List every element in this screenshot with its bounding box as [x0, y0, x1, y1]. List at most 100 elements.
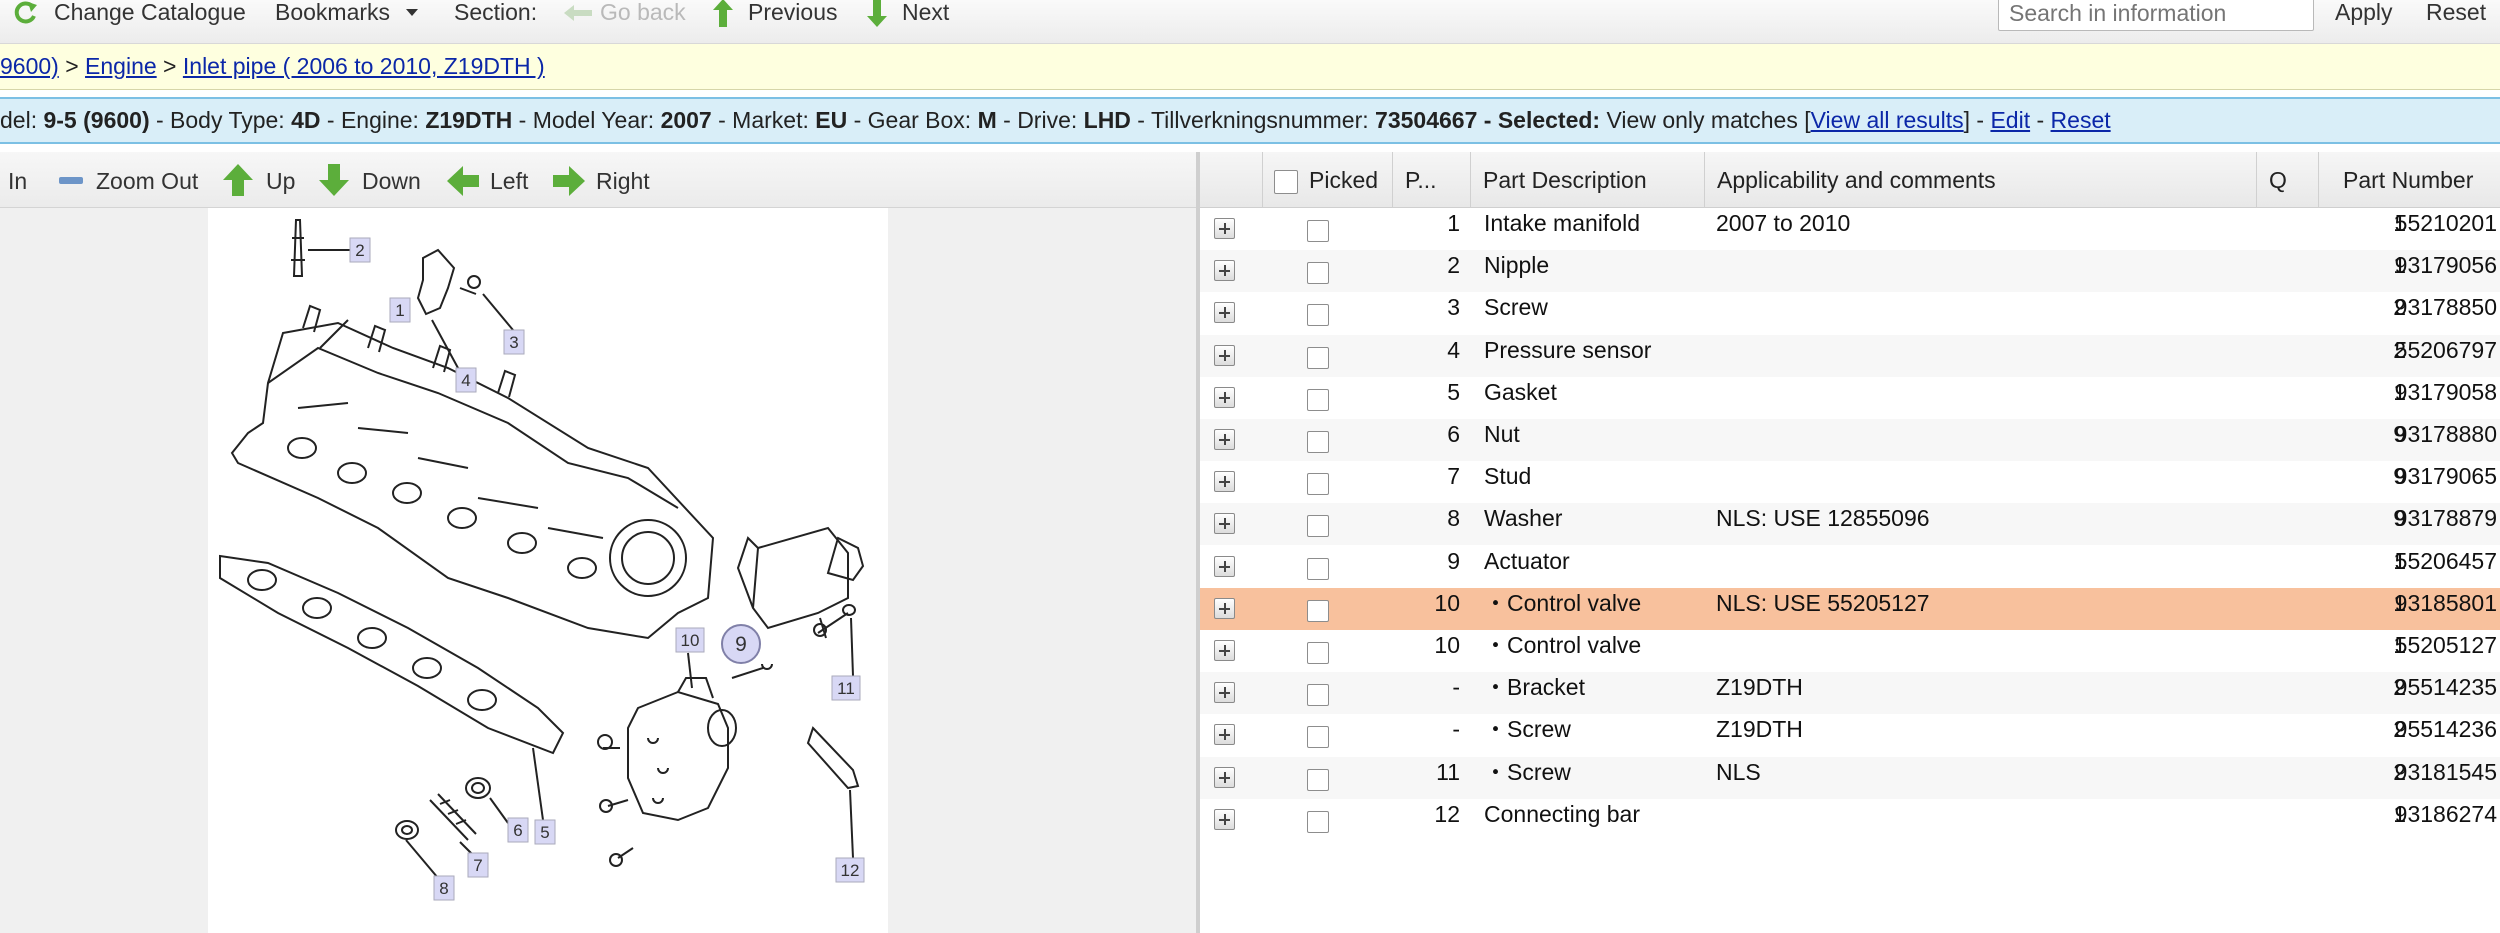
- part-number-cell: 95514236: [2394, 716, 2497, 743]
- picked-checkbox[interactable]: [1307, 304, 1329, 327]
- table-row[interactable]: 7 Stud 9 93179065: [1200, 461, 2500, 503]
- edit-link[interactable]: Edit: [1990, 107, 2030, 133]
- pan-right-button[interactable]: Right: [552, 166, 662, 196]
- callout-5[interactable]: 5: [540, 823, 549, 842]
- picked-checkbox[interactable]: [1307, 810, 1329, 833]
- expand-icon[interactable]: [1214, 640, 1235, 661]
- callout-10[interactable]: 10: [681, 631, 700, 650]
- expand-icon[interactable]: [1214, 260, 1235, 282]
- breadcrumb-model-link[interactable]: 9600): [0, 53, 59, 79]
- applicability-cell: [1716, 630, 2296, 660]
- body-type-label: - Body Type:: [149, 107, 292, 133]
- part-number-column-header[interactable]: Part Number: [2318, 152, 2500, 208]
- diagram-viewport[interactable]: 2 1 3 4 5 6 7 8 9 10 11 12: [0, 208, 1196, 933]
- picked-checkbox[interactable]: [1307, 599, 1329, 622]
- callout-6[interactable]: 6: [513, 821, 522, 840]
- apply-button[interactable]: Apply: [2335, 0, 2405, 24]
- picked-checkbox[interactable]: [1307, 557, 1329, 580]
- serial-value: 73504667: [1375, 107, 1478, 133]
- picked-checkbox[interactable]: [1307, 220, 1329, 242]
- table-row[interactable]: 10 ・Control valve NLS: USE 55205127 1 931858…: [1200, 587, 2500, 630]
- expand-icon[interactable]: [1214, 218, 1235, 239]
- applicability-cell: [1716, 377, 2296, 407]
- expand-icon[interactable]: [1214, 302, 1235, 324]
- expand-icon[interactable]: [1214, 471, 1235, 493]
- expand-icon[interactable]: [1214, 555, 1235, 577]
- go-back-label: Go back: [600, 0, 686, 25]
- picked-checkbox[interactable]: [1307, 431, 1329, 453]
- expand-icon[interactable]: [1214, 682, 1235, 704]
- table-row[interactable]: 3 Screw 2 93178850: [1200, 292, 2500, 334]
- picked-checkbox[interactable]: [1307, 473, 1329, 496]
- arrow-up-icon: [223, 164, 253, 196]
- bookmarks-dropdown[interactable]: Bookmarks: [275, 0, 425, 24]
- picked-checkbox[interactable]: [1307, 262, 1329, 285]
- table-row[interactable]: 1 Intake manifold 2007 to 2010 1 55210201: [1200, 208, 2500, 250]
- reset-link[interactable]: Reset: [2051, 107, 2111, 133]
- picked-checkbox[interactable]: [1307, 684, 1329, 707]
- picked-checkbox[interactable]: [1307, 768, 1329, 791]
- pan-left-button[interactable]: Left: [446, 166, 546, 196]
- view-all-results-link[interactable]: View all results: [1811, 107, 1964, 133]
- select-all-checkbox[interactable]: [1274, 170, 1298, 194]
- go-back-button[interactable]: Go back: [556, 0, 696, 24]
- picked-checkbox[interactable]: [1307, 642, 1329, 664]
- callout-1[interactable]: 1: [395, 301, 404, 320]
- applicability-cell: [1716, 292, 2296, 322]
- table-row[interactable]: 11 ・Screw NLS 2 93181545: [1200, 756, 2500, 799]
- table-row[interactable]: 5 Gasket 1 93179058: [1200, 377, 2500, 419]
- callout-8[interactable]: 8: [439, 879, 448, 898]
- expand-icon[interactable]: [1214, 724, 1235, 746]
- breadcrumb-engine-link[interactable]: Engine: [85, 53, 157, 79]
- applicability-cell: [1716, 546, 2296, 576]
- callout-7[interactable]: 7: [473, 856, 482, 875]
- table-row[interactable]: 6 Nut 9 93178880: [1200, 419, 2500, 461]
- next-button[interactable]: Next: [866, 0, 966, 27]
- picked-checkbox[interactable]: [1307, 515, 1329, 538]
- table-row[interactable]: 4 Pressure sensor 2 55206797: [1200, 334, 2500, 377]
- exploded-view-diagram[interactable]: 2 1 3 4 5 6 7 8 9 10 11 12: [208, 208, 888, 933]
- zoom-in-button[interactable]: In: [8, 167, 48, 195]
- expand-icon[interactable]: [1214, 344, 1235, 366]
- breadcrumb-current-link[interactable]: Inlet pipe ( 2006 to 2010, Z19DTH ): [183, 53, 545, 79]
- picked-checkbox[interactable]: [1307, 388, 1329, 411]
- quantity-column-header[interactable]: Q: [2256, 152, 2318, 208]
- description-column-header[interactable]: Part Description: [1470, 152, 1704, 208]
- pan-up-button[interactable]: Up: [222, 164, 302, 196]
- pan-down-button[interactable]: Down: [318, 164, 428, 196]
- table-row[interactable]: - ・Screw Z19DTH 2 95514236: [1200, 714, 2500, 756]
- next-label: Next: [902, 0, 950, 25]
- callout-9[interactable]: 9: [735, 633, 747, 656]
- picked-column-header[interactable]: Picked: [1262, 152, 1392, 208]
- expand-icon[interactable]: [1214, 386, 1235, 408]
- table-row[interactable]: - ・Bracket Z19DTH 2 95514235: [1200, 672, 2500, 715]
- position-column-header[interactable]: P...: [1392, 152, 1470, 208]
- callout-2[interactable]: 2: [355, 241, 364, 260]
- change-catalogue-button[interactable]: Change Catalogue: [10, 0, 250, 24]
- zoom-out-button[interactable]: Zoom Out: [58, 167, 208, 195]
- table-row[interactable]: 12 Connecting bar 1 93186274: [1200, 799, 2500, 841]
- table-row[interactable]: 8 Washer NLS: USE 12855096 9 93178879: [1200, 503, 2500, 546]
- callout-3[interactable]: 3: [509, 333, 518, 352]
- expand-icon[interactable]: [1214, 766, 1235, 788]
- expand-icon[interactable]: [1214, 429, 1235, 450]
- reset-button[interactable]: Reset: [2426, 0, 2496, 24]
- callout-4[interactable]: 4: [461, 371, 470, 390]
- pressure-sensor-part: [416, 248, 456, 316]
- expand-icon[interactable]: [1214, 597, 1235, 619]
- gearbox-value: M: [977, 107, 997, 133]
- applicability-column-header[interactable]: Applicability and comments: [1704, 152, 2256, 208]
- picked-checkbox[interactable]: [1307, 726, 1329, 749]
- callout-11[interactable]: 11: [837, 679, 855, 698]
- position-cell: 2: [1447, 252, 1460, 279]
- expand-icon[interactable]: [1214, 513, 1235, 535]
- previous-button[interactable]: Previous: [712, 0, 842, 27]
- breadcrumb-separator: >: [58, 53, 86, 79]
- expand-icon[interactable]: [1214, 808, 1235, 830]
- table-row[interactable]: 9 Actuator 1 55206457: [1200, 546, 2500, 588]
- search-input[interactable]: [1998, 0, 2314, 31]
- picked-checkbox[interactable]: [1307, 346, 1329, 369]
- table-row[interactable]: 10 ・Control valve 1 55205127: [1200, 630, 2500, 672]
- table-row[interactable]: 2 Nipple 1 93179056: [1200, 250, 2500, 293]
- callout-12[interactable]: 12: [841, 861, 860, 880]
